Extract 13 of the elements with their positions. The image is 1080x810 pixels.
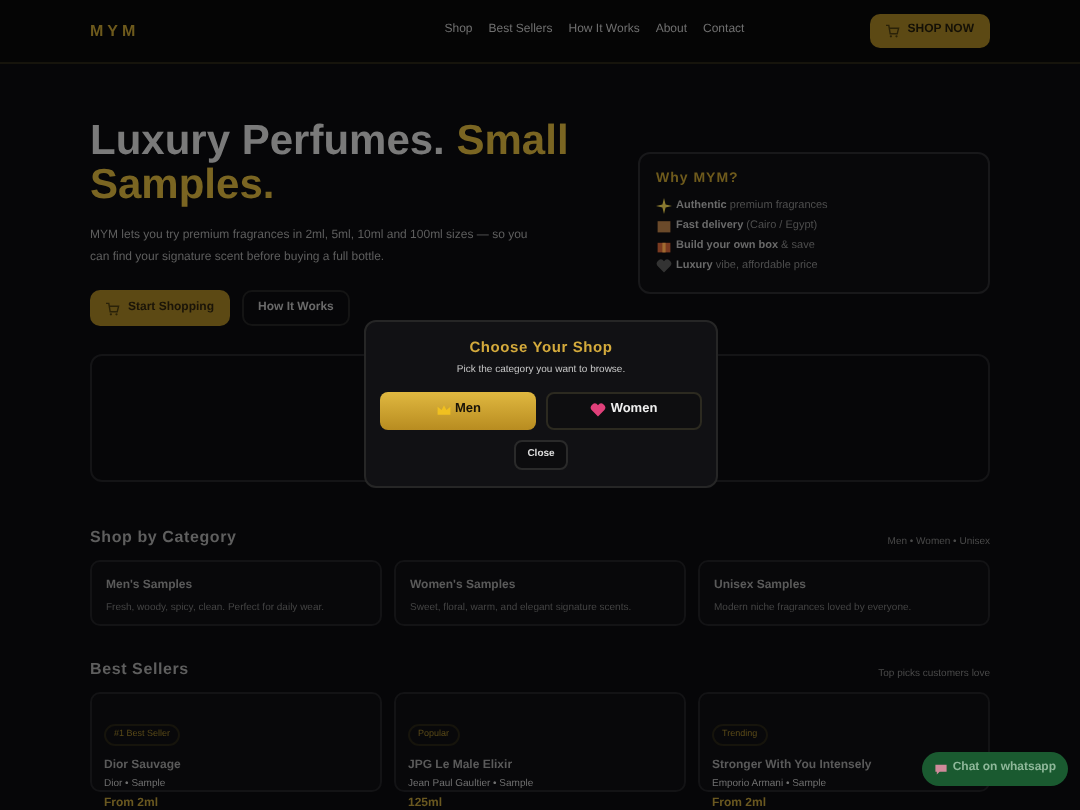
box-icon: [656, 217, 672, 234]
gift-icon: [656, 238, 672, 255]
heart-icon: [590, 402, 607, 419]
sparkle-icon: [656, 197, 672, 214]
cart-icon: [106, 301, 120, 315]
crown-icon: [435, 402, 451, 419]
section-title: Shop by Category: [90, 526, 237, 550]
logo[interactable]: MYM: [90, 19, 140, 43]
speech-bubble-icon: [934, 762, 949, 776]
section-title: Best Sellers: [90, 658, 189, 682]
heart-icon: [656, 258, 672, 275]
hero-title: Luxury Perfumes. Small Samples.: [90, 120, 570, 208]
cart-icon: [885, 24, 900, 38]
